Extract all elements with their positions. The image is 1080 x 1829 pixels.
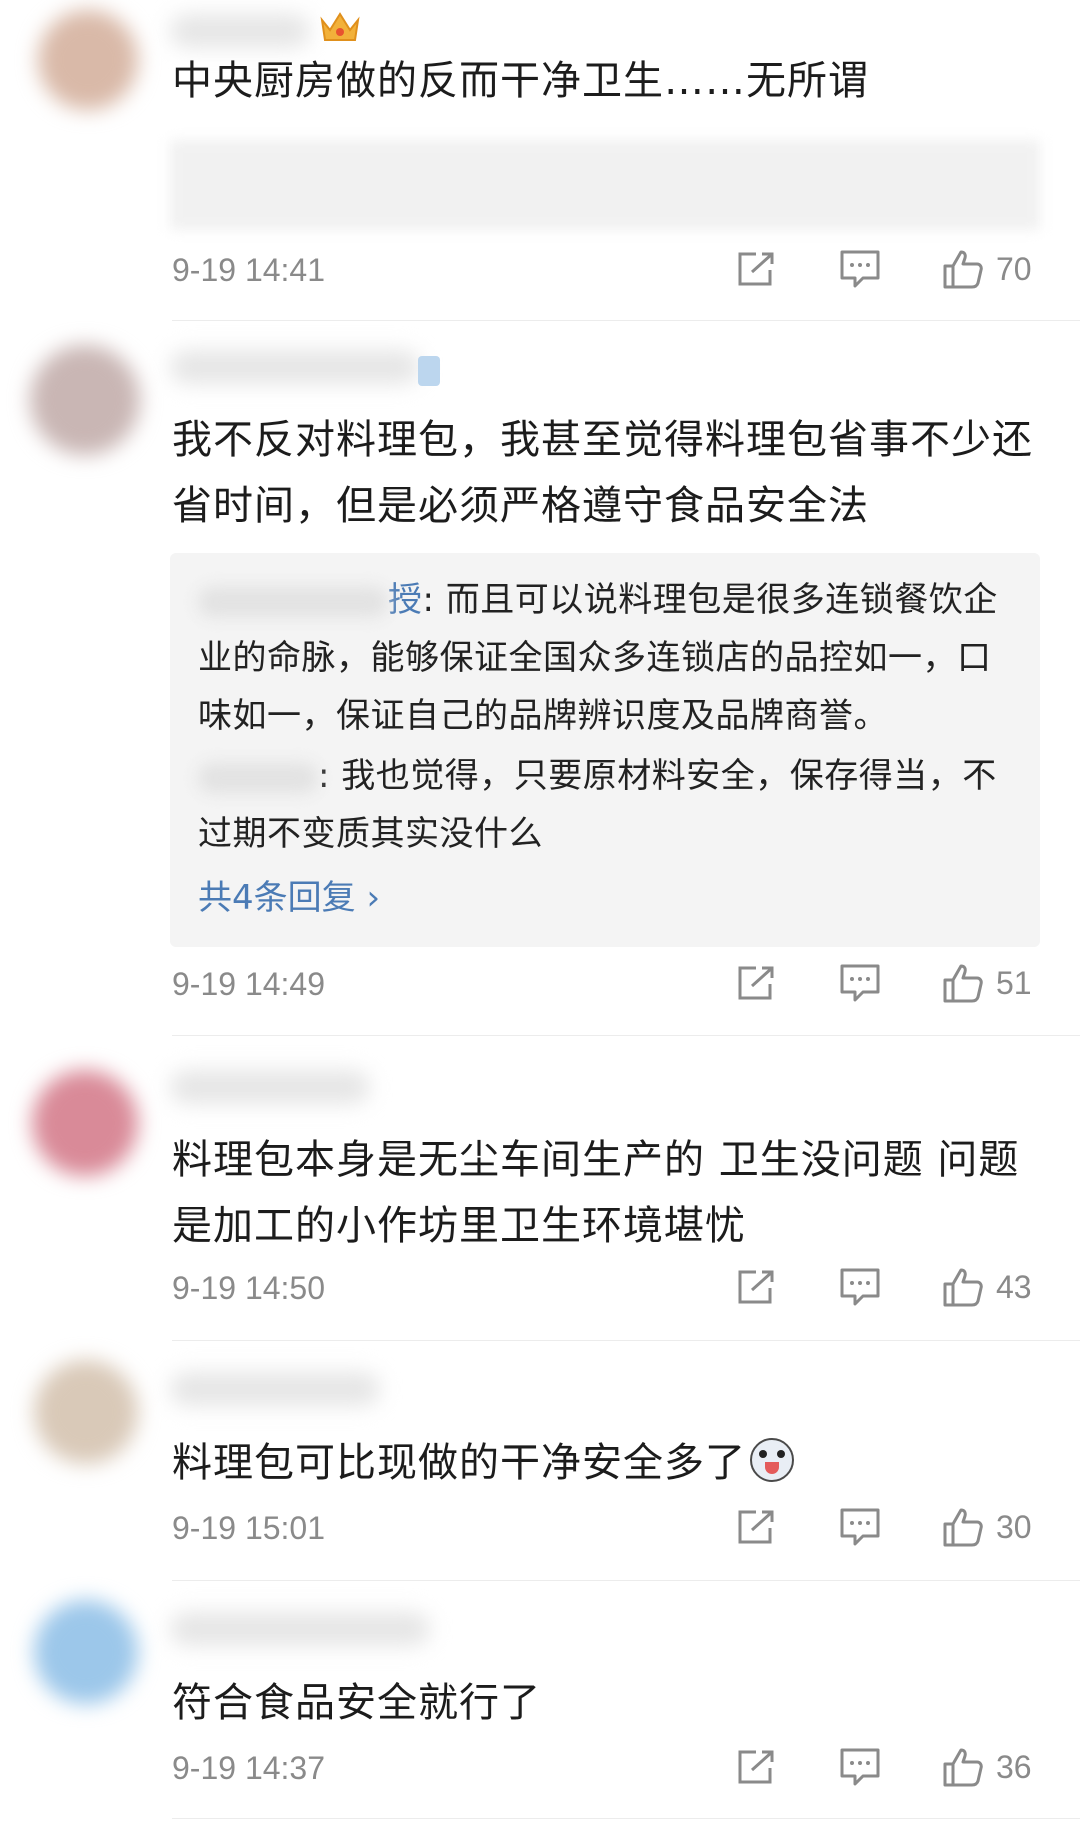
divider xyxy=(172,1340,1080,1341)
like-count: 51 xyxy=(996,964,1032,1001)
like-button[interactable]: 36 xyxy=(942,1746,1040,1788)
thumbs-up-icon xyxy=(943,1508,983,1547)
avatar[interactable] xyxy=(34,1360,138,1464)
share-icon xyxy=(738,1270,774,1304)
comment-button[interactable] xyxy=(838,1507,882,1547)
divider xyxy=(172,1580,1080,1581)
avatar[interactable] xyxy=(32,1070,138,1176)
blurred-reply-preview xyxy=(170,140,1040,230)
like-button[interactable]: 51 xyxy=(942,962,1040,1004)
comment-time: 9-19 14:41 xyxy=(172,252,326,288)
share-button[interactable] xyxy=(734,1508,778,1546)
comment-icon xyxy=(840,1748,880,1786)
username[interactable] xyxy=(170,14,310,48)
share-icon xyxy=(738,252,774,286)
comment-text: 料理包可比现做的干净安全多了 xyxy=(172,1430,1040,1496)
reply-item[interactable]: 授: 而且可以说料理包是很多连锁餐饮企业的命脉，能够保证全国众多连锁店的品控如一… xyxy=(198,571,1014,745)
comment-icon xyxy=(840,964,880,1002)
comment-icon xyxy=(840,1268,880,1306)
verified-badge xyxy=(418,356,440,386)
thumbs-up-icon xyxy=(943,1268,983,1307)
divider xyxy=(172,1035,1080,1036)
more-replies-link[interactable]: 共4条回复 › xyxy=(198,869,1014,927)
comment-text: 中央厨房做的反而干净卫生……无所谓 xyxy=(172,58,869,104)
reply-author[interactable]: 授 xyxy=(198,580,423,620)
share-button[interactable] xyxy=(734,1748,778,1786)
comment-icon xyxy=(840,1508,880,1546)
avatar[interactable] xyxy=(38,10,138,110)
username[interactable] xyxy=(170,1372,380,1406)
like-count: 30 xyxy=(996,1508,1032,1545)
reply-text: : 我也觉得，只要原材料安全，保存得当，不过期不变质其实没什么 xyxy=(198,756,997,854)
like-button[interactable]: 70 xyxy=(942,248,1040,290)
crown-icon xyxy=(320,12,360,41)
like-count: 70 xyxy=(996,250,1032,287)
thumbs-up-icon xyxy=(943,250,983,289)
divider xyxy=(172,1818,1080,1819)
reply-author-name: 授 xyxy=(388,580,423,620)
comment-time: 9-19 14:49 xyxy=(172,966,326,1002)
like-count: 36 xyxy=(996,1748,1032,1785)
share-icon xyxy=(738,966,774,1000)
reply-author[interactable] xyxy=(198,756,318,796)
comment-text: 料理包本身是无尘车间生产的 卫生没问题 问题是加工的小作坊里卫生环境堪忧 xyxy=(172,1137,1020,1249)
username[interactable] xyxy=(170,350,420,384)
comment-time: 9-19 14:50 xyxy=(172,1270,326,1306)
husky-emoji xyxy=(750,1438,794,1482)
share-button[interactable] xyxy=(734,964,778,1002)
comment-text-body: 料理包可比现做的干净安全多了 xyxy=(172,1440,746,1486)
username[interactable] xyxy=(170,1070,370,1104)
like-count: 43 xyxy=(996,1268,1032,1305)
reply-preview-box: 授: 而且可以说料理包是很多连锁餐饮企业的命脉，能够保证全国众多连锁店的品控如一… xyxy=(170,553,1040,947)
comment-time: 9-19 14:37 xyxy=(172,1750,326,1786)
share-icon xyxy=(738,1750,774,1784)
comment-button[interactable] xyxy=(838,1267,882,1307)
share-button[interactable] xyxy=(734,250,778,288)
comment-text: 我不反对料理包，我甚至觉得料理包省事不少还省时间，但是必须严格遵守食品安全法 xyxy=(172,417,1033,529)
comment-time: 9-19 15:01 xyxy=(172,1510,326,1546)
divider xyxy=(172,320,1080,321)
avatar[interactable] xyxy=(34,1600,138,1704)
like-button[interactable]: 30 xyxy=(942,1506,1040,1548)
thumbs-up-icon xyxy=(943,1748,983,1787)
comment-button[interactable] xyxy=(838,963,882,1003)
comment-button[interactable] xyxy=(838,1747,882,1787)
share-icon xyxy=(738,1510,774,1544)
share-button[interactable] xyxy=(734,1268,778,1306)
comment-text: 符合食品安全就行了 xyxy=(172,1680,541,1726)
thumbs-up-icon xyxy=(943,964,983,1003)
avatar[interactable] xyxy=(30,345,140,455)
comment-icon xyxy=(840,250,880,288)
username[interactable] xyxy=(170,1612,430,1646)
like-button[interactable]: 43 xyxy=(942,1266,1040,1308)
reply-item[interactable]: : 我也觉得，只要原材料安全，保存得当，不过期不变质其实没什么 xyxy=(198,747,1014,863)
comment-button[interactable] xyxy=(838,249,882,289)
